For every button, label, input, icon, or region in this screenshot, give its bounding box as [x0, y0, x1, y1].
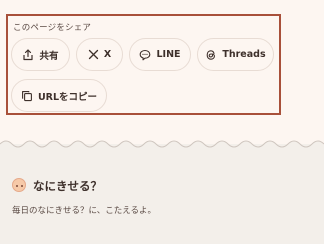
page: このページをシェア 共有 X LINE Threads URLをコピー なにきせ…: [0, 0, 324, 244]
line-share-button[interactable]: LINE: [129, 38, 191, 71]
line-share-button-label: LINE: [156, 49, 181, 60]
share-caption: このページをシェア: [13, 23, 92, 33]
x-share-button-label: X: [103, 49, 112, 60]
x-icon: [88, 49, 98, 60]
baby-face-icon: [12, 178, 26, 192]
share-button-label: 共有: [39, 50, 59, 62]
x-share-button[interactable]: X: [76, 38, 123, 71]
share-icon: [23, 48, 34, 60]
share-button[interactable]: 共有: [11, 38, 70, 71]
intro-section: [0, 140, 324, 244]
wave-divider: [0, 140, 324, 150]
copy-url-button[interactable]: URLをコピー: [11, 79, 107, 112]
threads-share-button-label: Threads: [222, 49, 266, 60]
section-description: 毎日のなにきせる？に、こたえるよ。: [12, 206, 156, 216]
copy-url-button-label: URLをコピー: [37, 91, 98, 103]
threads-icon: [207, 49, 216, 60]
threads-share-button[interactable]: Threads: [197, 38, 274, 71]
line-icon: [140, 49, 151, 60]
copy-icon: [22, 90, 32, 101]
section-title: なにきせる？: [33, 179, 102, 193]
